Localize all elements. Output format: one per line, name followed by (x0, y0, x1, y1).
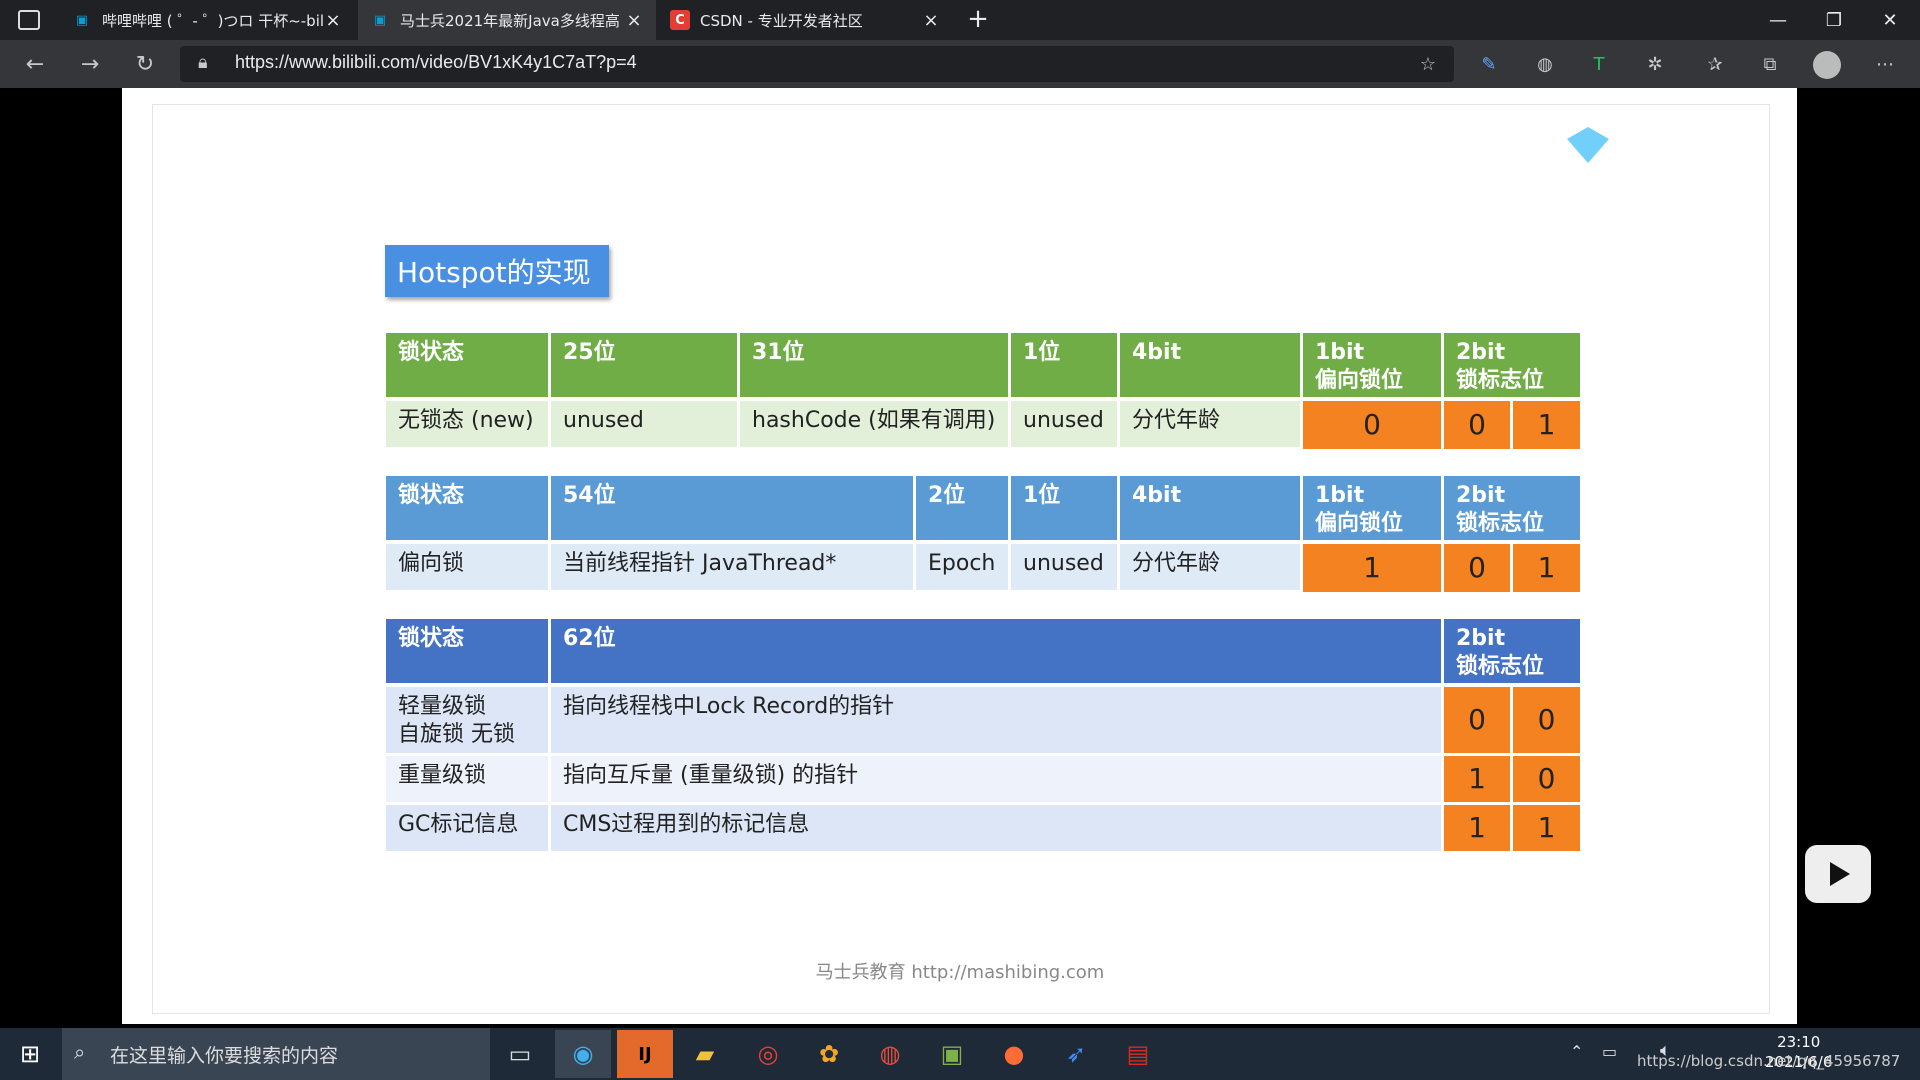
taskbar-search[interactable]: 在这里输入你要搜索的内容 (62, 1028, 490, 1080)
tab-video[interactable]: ▣ 马士兵2021年最新Java多线程高 × (358, 0, 656, 40)
t2-cell-age: 分代年龄 (1120, 544, 1300, 590)
postman-icon[interactable]: ● (986, 1030, 1042, 1078)
edge-icon[interactable]: ◉ (555, 1030, 611, 1078)
task-view-icon[interactable]: ▭ (492, 1030, 548, 1078)
t3-row1-bit-2: 0 (1513, 687, 1580, 753)
bilibili-icon: ▣ (373, 12, 387, 28)
t3-header-state: 锁状态 (386, 619, 548, 683)
file-explorer-icon[interactable]: ▰ (677, 1030, 733, 1078)
refresh-button[interactable]: ↻ (127, 48, 163, 80)
tab-title: 马士兵2021年最新Java多线程高 (400, 11, 620, 30)
tab-title: 哔哩哔哩 ( ゜- ゜)つロ 干杯~-bilit (102, 11, 323, 30)
t3-row1-desc: 指向线程栈中Lock Record的指针 (551, 687, 1441, 753)
t1-header-1: 1位 (1011, 333, 1117, 397)
t2-header-2: 2位 (916, 476, 1008, 540)
chrome-icon[interactable]: ◎ (740, 1030, 796, 1078)
profile-avatar[interactable] (1813, 51, 1841, 79)
favorites-icon[interactable]: ✰ (1700, 50, 1730, 78)
t1-cell-state: 无锁态 (new) (386, 401, 548, 447)
t2-flag-bit-1: 0 (1444, 544, 1510, 592)
watermark-logo-icon (1567, 127, 1609, 163)
lock-icon: 🔒︎ (198, 52, 208, 73)
url-text[interactable]: https://www.bilibili.com/video/BV1xK4y1C… (235, 52, 637, 73)
tab-csdn[interactable]: C CSDN - 专业开发者社区 × (658, 0, 953, 40)
t1-header-state: 锁状态 (386, 333, 548, 397)
new-tab-button[interactable]: + (962, 4, 994, 36)
t2-cell-1: unused (1011, 544, 1117, 590)
t3-row3-bit-1: 1 (1444, 805, 1510, 851)
windows-start-icon[interactable]: ⊞ (2, 1030, 58, 1078)
paint-app-icon[interactable]: ✿ (801, 1030, 857, 1078)
search-icon: ⌕ (74, 1040, 86, 1064)
add-favorite-icon[interactable]: ☆ (1413, 50, 1443, 78)
t3-header-62: 62位 (551, 619, 1441, 683)
t3-row3-bit-2: 1 (1513, 805, 1580, 851)
t3-row2-bit-2: 0 (1513, 756, 1580, 802)
close-icon[interactable]: × (921, 10, 941, 31)
play-icon (1830, 862, 1850, 886)
csdn-icon: C (670, 10, 690, 30)
restore-button[interactable]: ❐ (1806, 0, 1862, 40)
t3-row1-bit-1: 0 (1444, 687, 1510, 753)
extensions-icon[interactable]: ✲ (1640, 50, 1670, 78)
tab-title: CSDN - 专业开发者社区 (700, 11, 863, 30)
t2-flag-bit-2: 1 (1513, 544, 1580, 592)
clock-time: 23:10 (1777, 1033, 1821, 1051)
csdn-watermark: https://blog.csdn.net/qq_45956787 (1637, 1052, 1901, 1070)
t1-header-flag: 2bit 锁标志位 (1444, 333, 1580, 397)
t3-row2-state: 重量级锁 (386, 756, 548, 802)
t2-cell-state: 偏向锁 (386, 544, 548, 590)
bilibili-icon: ▣ (75, 12, 89, 28)
t1-cell-25: unused (551, 401, 737, 447)
t1-header-25: 25位 (551, 333, 737, 397)
t1-cell-age: 分代年龄 (1120, 401, 1300, 447)
t2-header-biased: 1bit 偏向锁位 (1303, 476, 1441, 540)
dolphin-app-icon[interactable]: ➶ (1048, 1030, 1104, 1078)
close-icon[interactable]: × (624, 10, 644, 31)
t3-row2-desc: 指向互斥量 (重量级锁) 的指针 (551, 756, 1441, 802)
forward-button[interactable]: → (72, 48, 108, 80)
more-menu-icon[interactable]: ⋯ (1870, 50, 1900, 78)
close-icon[interactable]: × (323, 10, 343, 31)
t1-header-31: 31位 (740, 333, 1008, 397)
t1-flag-bit-2: 1 (1513, 401, 1580, 449)
t1-flag-bit-1: 0 (1444, 401, 1510, 449)
collections-icon[interactable]: ⧉ (1755, 50, 1785, 78)
terminal-app-icon[interactable]: ▣ (924, 1030, 980, 1078)
t3-row3-desc: CMS过程用到的标记信息 (551, 805, 1441, 851)
t1-cell-1: unused (1011, 401, 1117, 447)
battery-icon[interactable]: ▭ (1602, 1042, 1617, 1061)
t1-cell-hashcode: hashCode (如果有调用) (740, 401, 1008, 447)
t2-biased-bit: 1 (1303, 544, 1441, 592)
t2-header-54: 54位 (551, 476, 913, 540)
slide-footer: 马士兵教育 http://mashibing.com (815, 962, 1105, 983)
t3-header-flag: 2bit 锁标志位 (1444, 619, 1580, 683)
tab-bilibili[interactable]: ▣ 哔哩哔哩 ( ゜- ゜)つロ 干杯~-bilit × (60, 0, 355, 40)
close-window-button[interactable]: ✕ (1862, 0, 1918, 40)
t1-biased-bit: 0 (1303, 401, 1441, 449)
tray-chevron-icon[interactable]: ⌃ (1570, 1042, 1583, 1061)
back-button[interactable]: ← (17, 48, 53, 80)
t3-row2-bit-1: 1 (1444, 756, 1510, 802)
globe-extension-icon[interactable]: ◍ (1530, 50, 1560, 78)
t3-row1-state: 轻量级锁 自旋锁 无锁 (386, 687, 548, 753)
t3-row3-state: GC标记信息 (386, 805, 548, 851)
t2-cell-thread: 当前线程指针 JavaThread* (551, 544, 913, 590)
intellij-icon[interactable]: IJ (617, 1030, 673, 1078)
play-button[interactable] (1805, 845, 1871, 903)
snail-app-icon[interactable]: ◍ (862, 1030, 918, 1078)
t2-header-1: 1位 (1011, 476, 1117, 540)
tab-actions-icon[interactable] (18, 10, 40, 30)
redis-icon[interactable]: ▤ (1110, 1030, 1166, 1078)
t2-header-state: 锁状态 (386, 476, 548, 540)
minimize-button[interactable]: — (1750, 0, 1806, 40)
t2-cell-epoch: Epoch (916, 544, 1008, 590)
t1-header-biased: 1bit 偏向锁位 (1303, 333, 1441, 397)
t2-header-flag: 2bit 锁标志位 (1444, 476, 1580, 540)
t1-header-4bit: 4bit (1120, 333, 1300, 397)
pen-extension-icon[interactable]: ✎ (1474, 50, 1504, 78)
t2-header-4bit: 4bit (1120, 476, 1300, 540)
translate-extension-icon[interactable]: T (1584, 50, 1614, 78)
slide-title: Hotspot的实现 (385, 245, 609, 297)
